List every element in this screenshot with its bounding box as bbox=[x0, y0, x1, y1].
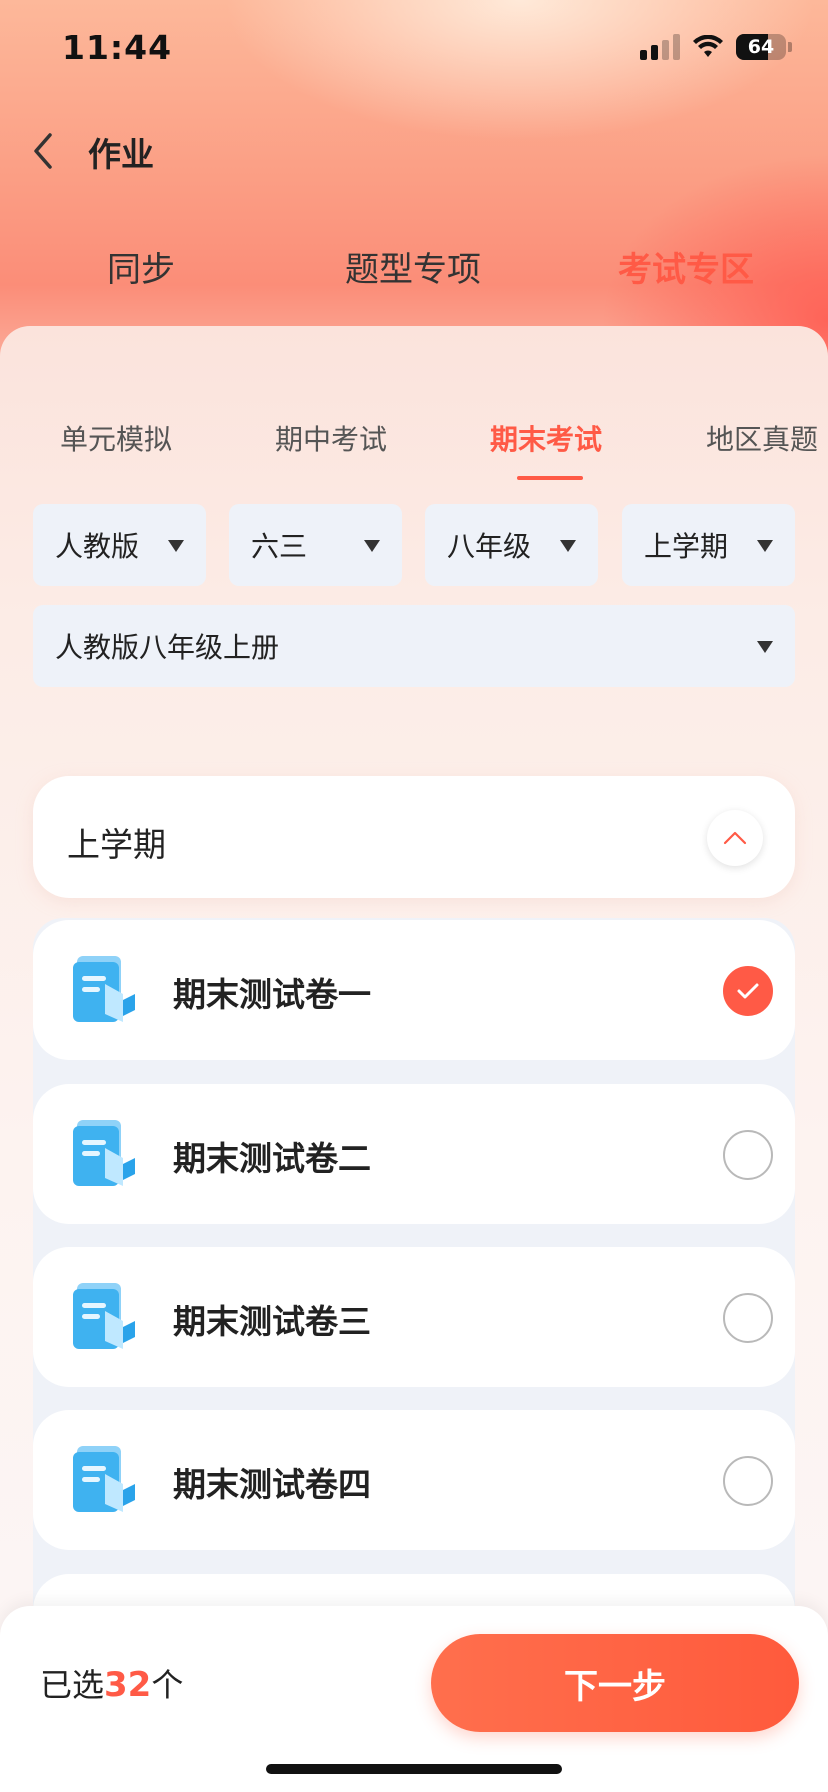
selected-suffix: 个 bbox=[151, 1666, 184, 1704]
tab-unit-mock[interactable]: 单元模拟 bbox=[60, 418, 172, 458]
tab-question-types[interactable]: 题型专项 bbox=[345, 242, 481, 291]
select-checkbox[interactable] bbox=[723, 966, 773, 1016]
select-checkbox[interactable] bbox=[723, 1293, 773, 1343]
select-checkbox[interactable] bbox=[723, 1456, 773, 1506]
caret-down-icon bbox=[364, 540, 380, 552]
book-value: 人教版八年级上册 bbox=[55, 631, 280, 664]
tab-sync[interactable]: 同步 bbox=[107, 242, 175, 291]
home-indicator bbox=[266, 1764, 562, 1774]
chevron-up-icon bbox=[723, 831, 747, 845]
chevron-left-icon bbox=[34, 133, 52, 169]
tab-final[interactable]: 期末考试 bbox=[490, 418, 602, 458]
page-title: 作业 bbox=[88, 135, 154, 174]
grade-dropdown[interactable]: 八年级 bbox=[425, 504, 598, 586]
system-dropdown[interactable]: 六三 bbox=[229, 504, 402, 586]
document-icon bbox=[73, 1283, 135, 1349]
caret-down-icon bbox=[560, 540, 576, 552]
grade-value: 八年级 bbox=[447, 530, 532, 563]
document-icon bbox=[73, 956, 135, 1022]
list-item[interactable]: 期末测试卷四 bbox=[33, 1410, 795, 1550]
paper-title: 期末测试卷一 bbox=[173, 975, 371, 1014]
caret-down-icon bbox=[757, 540, 773, 552]
paper-title: 期末测试卷二 bbox=[173, 1139, 371, 1178]
tab-midterm[interactable]: 期中考试 bbox=[275, 418, 387, 458]
section-title: 上学期 bbox=[67, 825, 166, 864]
battery-cap bbox=[788, 42, 792, 52]
tab-exam-zone[interactable]: 考试专区 bbox=[618, 242, 754, 291]
next-step-button[interactable]: 下一步 bbox=[431, 1634, 799, 1732]
term-value: 上学期 bbox=[644, 530, 729, 563]
edition-value: 人教版 bbox=[55, 530, 140, 563]
selected-prefix: 已选 bbox=[40, 1666, 105, 1704]
list-item[interactable]: 期末测试卷三 bbox=[33, 1247, 795, 1387]
status-time: 11:44 bbox=[62, 28, 173, 67]
cellular-signal-icon bbox=[640, 34, 680, 60]
content-panel: 单元模拟 期中考试 期末考试 地区真题 人教版 六三 八年级 上学期 人教版八年… bbox=[0, 326, 828, 1792]
back-button[interactable] bbox=[30, 126, 70, 176]
tab-regional-exams[interactable]: 地区真题 bbox=[706, 418, 818, 458]
paper-title: 期末测试卷三 bbox=[173, 1302, 371, 1341]
caret-down-icon bbox=[168, 540, 184, 552]
wifi-icon bbox=[693, 35, 723, 57]
select-checkbox[interactable] bbox=[723, 1130, 773, 1180]
edition-dropdown[interactable]: 人教版 bbox=[33, 504, 206, 586]
paper-title: 期末测试卷四 bbox=[173, 1465, 371, 1504]
system-value: 六三 bbox=[251, 530, 308, 563]
selected-count-text: 已选32个 bbox=[40, 1660, 183, 1706]
battery-icon: 64 bbox=[736, 34, 786, 60]
term-section-header[interactable]: 上学期 bbox=[33, 776, 795, 898]
active-tab-indicator bbox=[517, 476, 583, 480]
top-tabs: 同步 题型专项 考试专区 bbox=[0, 242, 828, 292]
list-item[interactable]: 期末测试卷一 bbox=[33, 920, 795, 1060]
status-icons: 64 bbox=[640, 34, 792, 60]
sub-tabs: 单元模拟 期中考试 期末考试 地区真题 bbox=[0, 418, 828, 478]
screen: 11:44 64 作业 同步 题型专项 考试专区 单元模拟 期中考试 期末考试 … bbox=[0, 0, 828, 1792]
list-item[interactable]: 期末测试卷二 bbox=[33, 1084, 795, 1224]
caret-down-icon bbox=[757, 641, 773, 653]
checkmark-icon bbox=[737, 983, 759, 999]
selected-count: 32 bbox=[104, 1665, 152, 1705]
battery-level: 64 bbox=[747, 36, 775, 58]
document-icon bbox=[73, 1120, 135, 1186]
term-dropdown[interactable]: 上学期 bbox=[622, 504, 795, 586]
document-icon bbox=[73, 1446, 135, 1512]
collapse-button[interactable] bbox=[707, 810, 763, 866]
book-dropdown[interactable]: 人教版八年级上册 bbox=[33, 605, 795, 687]
